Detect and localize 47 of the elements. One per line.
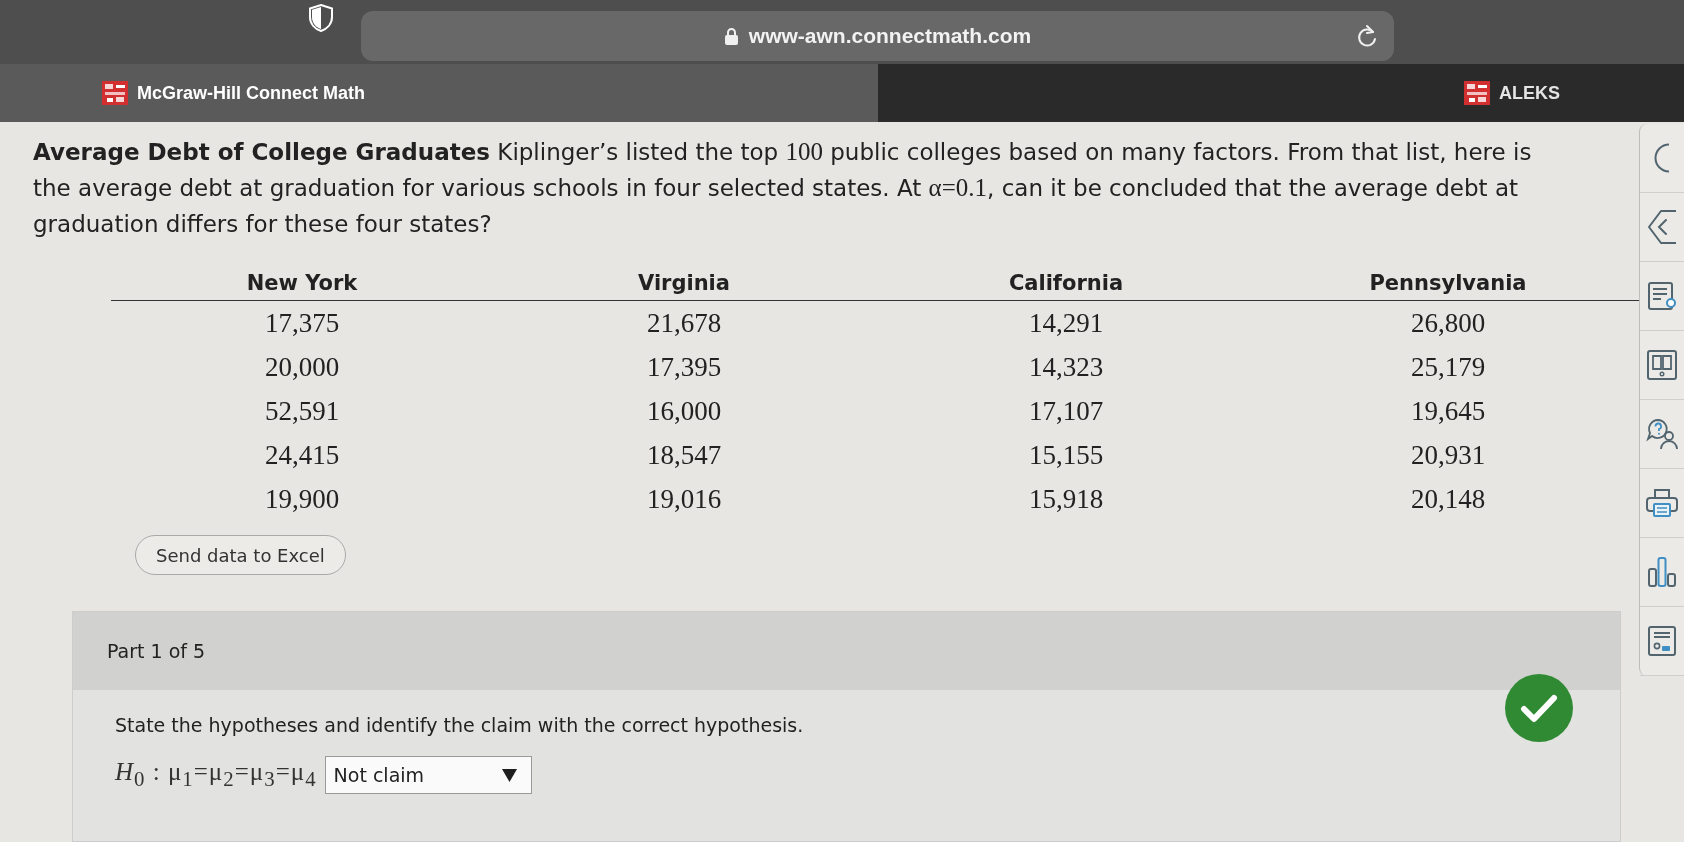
column-header: California (875, 266, 1257, 301)
printer-icon[interactable] (1646, 488, 1678, 518)
table-cell-text: 15,918 (1027, 482, 1105, 516)
table-cell-text: 19,900 (263, 482, 341, 516)
logo-icon (102, 81, 128, 105)
document-icon[interactable] (1648, 626, 1676, 656)
table-cell-text: 25,179 (1409, 350, 1487, 384)
part-header: Part 1 of 5 (73, 612, 1620, 690)
book-tablet-icon[interactable] (1647, 350, 1677, 380)
address-bar[interactable]: www-awn.connectmath.com (361, 11, 1394, 61)
logo-icon (1464, 81, 1490, 105)
bar-chart-icon[interactable] (1647, 557, 1677, 587)
browser-tab[interactable]: ALEKS (878, 64, 1684, 122)
caret-icon (501, 768, 517, 782)
table-cell-text: 20,931 (1409, 438, 1487, 472)
table-cell-text: 19,016 (645, 482, 723, 516)
table-cell-text: 17,395 (645, 350, 723, 384)
table-cell-text: 52,591 (263, 394, 341, 428)
table-cell: 14,291 (875, 300, 1257, 345)
problem-text: Average Debt of College Graduates Kiplinger’s listed the top 100 public colleges based on many factors. From that list, here is the average debt at graduation for various schools in four selected states. At α=0.1, can it be concluded that the average debt at graduation differs for these four states? (33, 137, 1533, 239)
table-cell-text: 19,645 (1409, 394, 1487, 428)
instruction-text: State the hypotheses and identify the claim with the correct hypothesis. (115, 713, 805, 738)
table-cell-text: 15,155 (1027, 438, 1105, 472)
column-header: New York (111, 266, 493, 301)
table-cell-text: 17,107 (1027, 394, 1105, 428)
table-cell-text: 20,148 (1409, 482, 1487, 516)
table-cell: 26,800 (1257, 300, 1639, 345)
table-cell-text: 16,000 (645, 394, 723, 428)
table-cell: 17,375 (111, 300, 493, 345)
column-header: Virginia (493, 266, 875, 301)
table-cell: 21,678 (493, 300, 875, 345)
table-cell-text: 20,000 (263, 350, 341, 384)
help-person-icon[interactable] (1646, 418, 1678, 450)
hypothesis-formula: H$_{0}$ : μ$_{1}$=μ$_{2}$=μ$_{3}$=μ$_{4}$ (115, 758, 317, 792)
reload-button[interactable] (1356, 24, 1378, 48)
table-cell-text: 14,323 (1027, 350, 1105, 384)
lock-icon (723, 26, 739, 46)
reload-icon (1356, 24, 1378, 48)
table-cell-text: 18,547 (645, 438, 723, 472)
chevron-left-icon[interactable] (1647, 209, 1677, 245)
send-to-excel-button[interactable]: Send data to Excel (135, 535, 346, 575)
document-list-icon[interactable] (1647, 281, 1677, 311)
claim-select[interactable]: Not claim (324, 756, 532, 794)
shield-icon[interactable] (309, 4, 333, 32)
column-header: Pennsylvania (1257, 266, 1639, 301)
table-cell-text: 24,415 (263, 438, 341, 472)
browser-tab[interactable]: McGraw-Hill Connect Math (0, 64, 878, 122)
